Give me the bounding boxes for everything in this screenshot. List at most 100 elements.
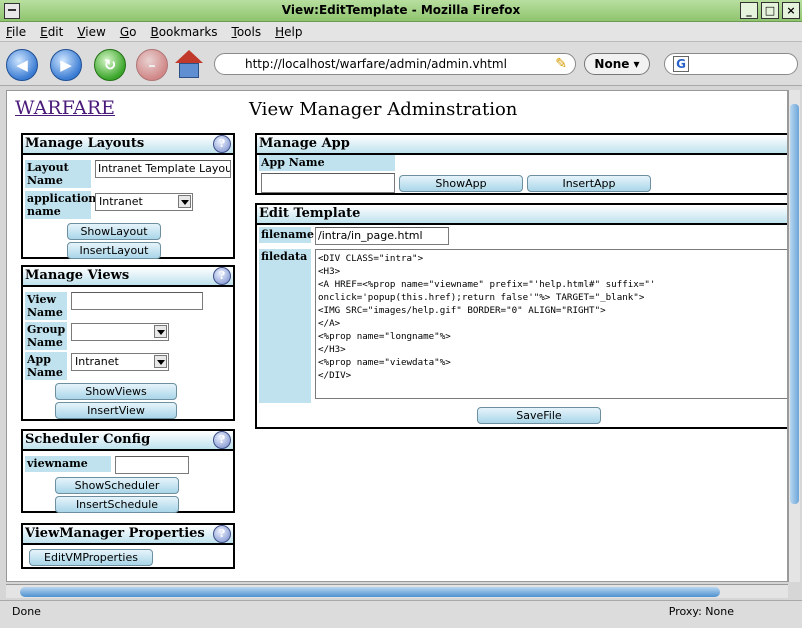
viewmanager-properties-panel: ViewManager Properties ? EditVMPropertie… [21,523,235,569]
code-line: <DIV CLASS="intra"> [318,253,424,264]
scheduler-config-header: Scheduler Config ? [23,431,233,451]
chevron-down-icon [154,325,167,338]
help-icon[interactable]: ? [213,267,231,285]
manage-layouts-title: Manage Layouts [25,136,145,151]
chevron-down-icon [178,195,191,208]
menu-bookmarks[interactable]: Bookmarks [150,25,217,39]
save-file-button[interactable]: SaveFile [477,407,601,424]
warfare-link[interactable]: WARFARE [15,97,115,119]
horizontal-scrollbar[interactable] [6,584,788,598]
reload-icon[interactable]: ↻ [94,49,126,81]
insert-view-button[interactable]: InsertView [55,402,177,419]
filedata-label: filedata [259,249,311,403]
show-views-button[interactable]: ShowViews [55,383,177,400]
google-icon: G [673,56,689,72]
menu-bar: File Edit View Go Bookmarks Tools Help [0,22,802,42]
scheduler-config-panel: Scheduler Config ? viewname ShowSchedule… [21,429,235,513]
scheduler-config-title: Scheduler Config [25,432,151,447]
app-name-select[interactable]: Intranet [71,353,169,371]
manage-app-header: Manage App [257,135,787,155]
code-line: </H3> [318,344,346,355]
layout-name-input[interactable]: Intranet Template Layout [95,160,231,178]
view-name-input[interactable] [71,292,203,310]
help-icon[interactable]: ? [213,525,231,543]
viewmanager-properties-title: ViewManager Properties [25,526,205,541]
view-name-label: View Name [25,292,67,320]
code-line: </A> [318,318,341,329]
status-text: Done [12,605,41,618]
url-text: http://localhost/warfare/admin/admin.vht… [245,57,507,71]
horizontal-scroll-thumb[interactable] [20,587,720,597]
forward-arrow-icon[interactable]: ▶ [50,49,82,81]
proxy-status: Proxy: None [668,605,734,618]
manage-app-name-input[interactable] [261,173,395,193]
back-arrow-icon[interactable]: ◀ [6,49,38,81]
viewmanager-properties-header: ViewManager Properties ? [23,525,233,545]
help-icon[interactable]: ? [213,135,231,153]
code-line: <H3> [318,266,341,277]
show-app-button[interactable]: ShowApp [399,175,523,192]
filedata-textarea[interactable]: <DIV CLASS="intra"> <H3> <A HREF=<%prop … [315,249,787,399]
app-name-value: Intranet [75,355,119,368]
layout-name-label: Layout Name [25,160,91,188]
search-box[interactable]: G [664,53,798,75]
stop-icon: – [136,49,168,81]
application-name-value: Intranet [99,195,143,208]
page-viewport: WARFARE View Manager Adminstration Manag… [6,90,788,582]
vertical-scroll-thumb[interactable] [790,104,799,504]
chevron-down-icon [154,355,167,368]
show-layout-button[interactable]: ShowLayout [67,223,161,240]
group-name-label: Group Name [25,322,67,350]
manage-layouts-panel: Manage Layouts ? Layout Name Intranet Te… [21,133,235,259]
manage-app-panel: Manage App App Name ShowApp InsertApp [255,133,787,195]
vertical-scrollbar[interactable] [788,90,800,582]
group-name-select[interactable] [71,323,169,341]
filename-label: filename [259,227,314,243]
manage-views-panel: Manage Views ? View Name Group Name App … [21,265,235,421]
code-line: <%prop name="longname"%> [318,331,451,342]
viewname-input[interactable] [115,456,189,474]
edit-template-panel: Edit Template filename /intra/in_page.ht… [255,203,787,429]
menu-tools[interactable]: Tools [232,25,262,39]
show-scheduler-button[interactable]: ShowScheduler [55,477,179,494]
insert-layout-button[interactable]: InsertLayout [67,242,161,259]
page-heading: View Manager Adminstration [249,99,518,120]
code-line: <IMG SRC="images/help.gif" BORDER="0" AL… [318,305,606,316]
insert-schedule-button[interactable]: InsertSchedule [55,496,179,513]
go-icon[interactable]: ✎ [555,56,567,72]
menu-go[interactable]: Go [120,25,137,39]
edit-vm-properties-button[interactable]: EditVMProperties [29,549,153,566]
viewname-label: viewname [25,456,111,472]
menu-view[interactable]: View [77,25,105,39]
proxy-none-dropdown[interactable]: None ▾ [584,53,650,75]
edit-template-header: Edit Template [257,205,787,225]
app-name-label: App Name [25,352,67,380]
menu-file[interactable]: File [6,25,26,39]
edit-template-title: Edit Template [259,206,361,221]
window-titlebar: View:EditTemplate - Mozilla Firefox _ □ … [0,0,802,22]
menu-edit[interactable]: Edit [40,25,63,39]
help-icon[interactable]: ? [213,431,231,449]
home-icon[interactable] [174,50,204,80]
app-name-header-label: App Name [259,155,395,171]
code-line: <A HREF=<%prop name="viewname" prefix="'… [318,279,656,290]
manage-app-title: Manage App [259,136,350,151]
code-line: <%prop name="viewdata"%> [318,357,451,368]
status-bar: Done Proxy: None [0,600,802,628]
manage-views-header: Manage Views ? [23,267,233,287]
menu-help[interactable]: Help [275,25,302,39]
close-window-button[interactable]: × [782,2,800,19]
window-title: View:EditTemplate - Mozilla Firefox [281,3,521,17]
insert-app-button[interactable]: InsertApp [527,175,651,192]
maximize-button[interactable]: □ [761,2,779,19]
proxy-none-label: None [594,57,630,71]
application-name-select[interactable]: Intranet [95,193,193,211]
url-bar[interactable]: http://localhost/warfare/admin/admin.vht… [214,53,576,75]
application-name-label: application name [25,191,97,219]
filename-input[interactable]: /intra/in_page.html [315,227,449,245]
code-line: </DIV> [318,370,352,381]
manage-views-title: Manage Views [25,268,130,283]
code-line: onclick='popup(this.href);return false'"… [318,292,645,303]
manage-layouts-header: Manage Layouts ? [23,135,233,155]
minimize-button[interactable]: _ [740,2,758,19]
